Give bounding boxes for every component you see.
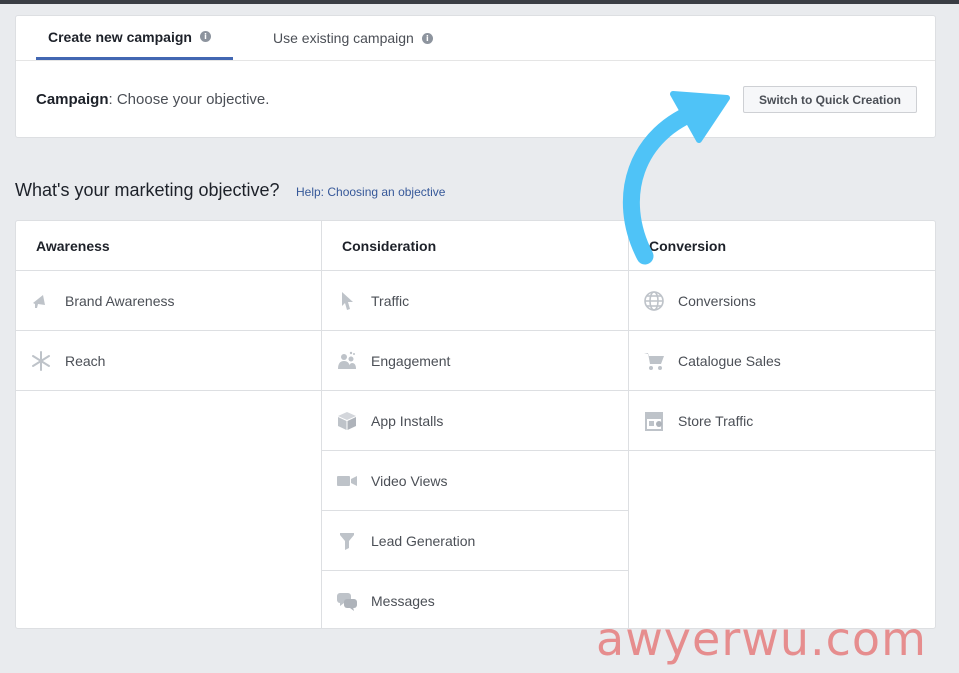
- campaign-label: Campaign: [36, 91, 109, 108]
- objective-label: Engagement: [371, 352, 451, 369]
- campaign-card: Create new campaign i Use existing campa…: [15, 15, 936, 138]
- objectives-table: Awareness Brand Awareness Reach Consider…: [15, 220, 936, 629]
- tab-use-existing-campaign[interactable]: Use existing campaign i: [273, 16, 433, 60]
- awareness-header: Awareness: [16, 221, 321, 271]
- objective-catalogue-sales[interactable]: Catalogue Sales: [629, 331, 935, 391]
- consideration-column: Consideration Traffic Engagement App Ins…: [322, 221, 629, 628]
- curved-arrow-annotation: [622, 91, 730, 265]
- shopping-cart-icon: [643, 350, 665, 372]
- campaign-objective-line: Campaign: Choose your objective.: [36, 91, 269, 108]
- objective-label: Lead Generation: [371, 532, 476, 549]
- tab-existing-label: Use existing campaign: [273, 30, 414, 46]
- switch-to-quick-creation-button[interactable]: Switch to Quick Creation: [743, 86, 917, 113]
- objective-label: Store Traffic: [678, 412, 754, 429]
- people-icon: [336, 350, 358, 372]
- globe-icon: [643, 290, 665, 312]
- top-bar: [0, 0, 959, 4]
- tab-create-label: Create new campaign: [48, 28, 192, 45]
- objective-lead-generation[interactable]: Lead Generation: [322, 511, 628, 571]
- objective-app-installs[interactable]: App Installs: [322, 391, 628, 451]
- objective-engagement[interactable]: Engagement: [322, 331, 628, 391]
- video-camera-icon: [336, 470, 358, 492]
- objective-label: Traffic: [371, 292, 410, 309]
- tab-create-new-campaign[interactable]: Create new campaign i: [36, 16, 233, 60]
- objective-label: Messages: [371, 592, 435, 609]
- storefront-icon: [643, 410, 665, 432]
- cursor-icon: [336, 290, 358, 312]
- megaphone-icon: [30, 290, 52, 312]
- marketing-objective-question: What's your marketing objective?: [15, 180, 280, 200]
- consideration-header: Consideration: [322, 221, 628, 271]
- info-icon[interactable]: i: [421, 32, 433, 44]
- funnel-icon: [336, 530, 358, 552]
- objective-label: App Installs: [371, 412, 444, 429]
- chat-bubbles-icon: [336, 590, 358, 612]
- campaign-objective-text: : Choose your objective.: [108, 91, 270, 108]
- objective-conversions[interactable]: Conversions: [629, 271, 935, 331]
- objective-brand-awareness[interactable]: Brand Awareness: [16, 271, 321, 331]
- objective-store-traffic[interactable]: Store Traffic: [629, 391, 935, 451]
- conversion-column: Conversion Conversions Catalogue Sales S…: [629, 221, 935, 628]
- objective-reach[interactable]: Reach: [16, 331, 321, 391]
- objective-messages[interactable]: Messages: [322, 571, 628, 628]
- help-choosing-objective-link[interactable]: Help: Choosing an objective: [296, 185, 445, 199]
- awareness-column: Awareness Brand Awareness Reach: [16, 221, 322, 628]
- info-icon[interactable]: i: [199, 31, 211, 42]
- objective-label: Catalogue Sales: [678, 352, 781, 369]
- objective-video-views[interactable]: Video Views: [322, 451, 628, 511]
- objective-label: Reach: [65, 352, 106, 369]
- objective-label: Video Views: [371, 472, 448, 489]
- objective-label: Conversions: [678, 292, 756, 309]
- objective-label: Brand Awareness: [65, 292, 175, 309]
- objective-traffic[interactable]: Traffic: [322, 271, 628, 331]
- campaign-tabs: Create new campaign i Use existing campa…: [16, 16, 935, 61]
- box-icon: [336, 410, 358, 432]
- watermark: awyerwu.com: [596, 612, 927, 666]
- snowflake-icon: [30, 350, 52, 372]
